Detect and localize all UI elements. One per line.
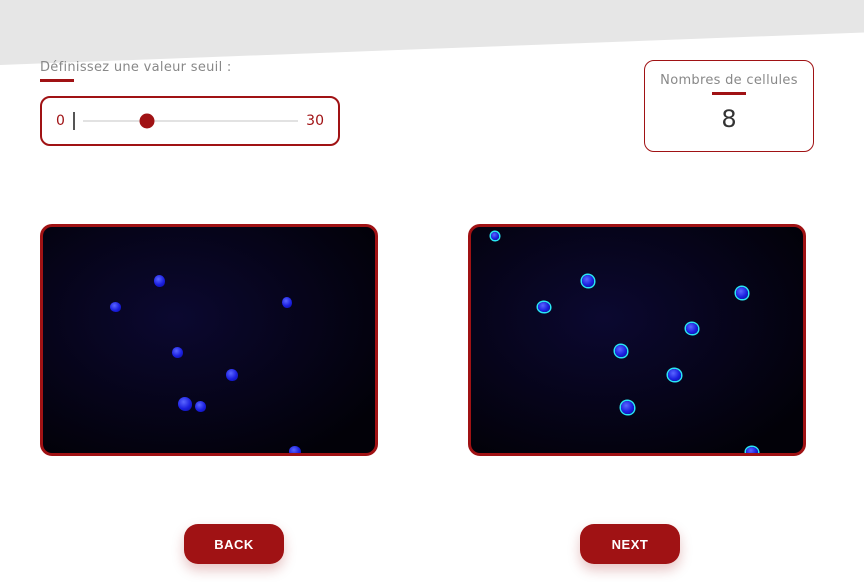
back-button[interactable]: BACK	[184, 524, 284, 564]
threshold-label: Définissez une valeur seuil :	[40, 60, 340, 75]
cell-blob	[621, 401, 634, 414]
threshold-slider-box: 0 30	[40, 96, 340, 146]
cell-blob	[110, 302, 121, 312]
count-value: 8	[659, 105, 799, 133]
cell-blob	[226, 369, 238, 381]
cell-count-box: Nombres de cellules 8	[644, 60, 814, 152]
slider-max-label: 30	[306, 113, 324, 129]
next-button[interactable]: NEXT	[580, 524, 680, 564]
count-label: Nombres de cellules	[659, 73, 799, 88]
cell-blob	[736, 287, 748, 299]
cell-blob	[686, 323, 698, 334]
cell-blob	[668, 369, 681, 381]
processed-image-panel	[468, 224, 806, 456]
cell-blob	[289, 446, 301, 456]
cell-blob	[178, 397, 192, 411]
cell-blob	[195, 401, 206, 412]
cell-blob	[615, 345, 627, 357]
threshold-slider[interactable]	[83, 112, 298, 130]
cell-blob	[582, 275, 594, 287]
slider-start-tick	[73, 112, 75, 130]
cell-blob	[491, 232, 499, 240]
count-underline	[712, 92, 746, 95]
cell-blob	[154, 275, 165, 287]
cell-blob	[172, 347, 183, 358]
cell-blob	[746, 447, 758, 456]
cell-blob	[538, 302, 550, 312]
threshold-underline	[40, 79, 74, 82]
threshold-section: Définissez une valeur seuil : 0 30	[40, 60, 340, 146]
cell-blob	[282, 297, 292, 308]
original-image-panel	[40, 224, 378, 456]
slider-min-label: 0	[56, 113, 65, 129]
slider-thumb[interactable]	[140, 114, 155, 129]
